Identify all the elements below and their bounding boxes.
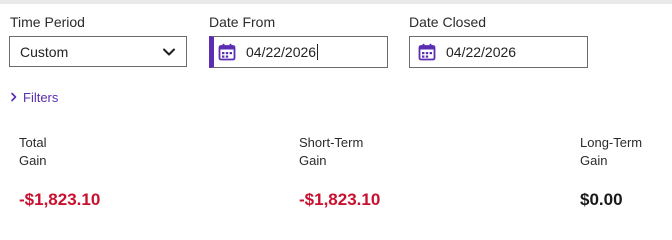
time-period-label: Time Period: [10, 14, 85, 30]
total-gain-label-line2: Gain: [19, 153, 47, 168]
short-term-gain-label-line2: Gain: [299, 153, 327, 168]
short-term-gain-label-line1: Short-Term: [299, 135, 364, 150]
time-period-value: Custom: [20, 43, 69, 60]
total-gain-value: -$1,823.10: [19, 190, 101, 209]
long-term-gain-value: $0.00: [580, 190, 623, 209]
filters-toggle[interactable]: Filters: [10, 90, 58, 105]
calendar-icon[interactable]: [417, 42, 437, 62]
total-gain-label: Total Gain: [19, 134, 46, 170]
total-gain-label-line1: Total: [19, 135, 47, 150]
long-term-gain-label: Long-Term Gain: [580, 134, 642, 170]
calendar-icon[interactable]: [217, 42, 237, 62]
short-term-gain-label: Short-Term Gain: [299, 134, 363, 170]
text-caret: [317, 44, 319, 60]
long-term-gain-label-line2: Gain: [580, 153, 608, 168]
date-from-label: Date From: [209, 14, 276, 30]
short-term-gain-value: -$1,823.10: [299, 190, 381, 209]
time-period-select[interactable]: Custom: [9, 36, 187, 67]
filters-label: Filters: [23, 90, 59, 105]
date-from-value: 04/22/2026: [246, 44, 317, 60]
chevron-down-icon: [162, 45, 176, 59]
date-closed-value: 04/22/2026: [446, 44, 517, 60]
date-closed-input[interactable]: 04/22/2026: [409, 36, 588, 68]
chevron-right-icon: [10, 91, 18, 105]
date-from-input[interactable]: 04/22/2026: [209, 36, 388, 68]
long-term-gain-label-line1: Long-Term: [580, 135, 643, 150]
top-divider: [0, 0, 672, 4]
date-closed-label: Date Closed: [409, 14, 487, 30]
